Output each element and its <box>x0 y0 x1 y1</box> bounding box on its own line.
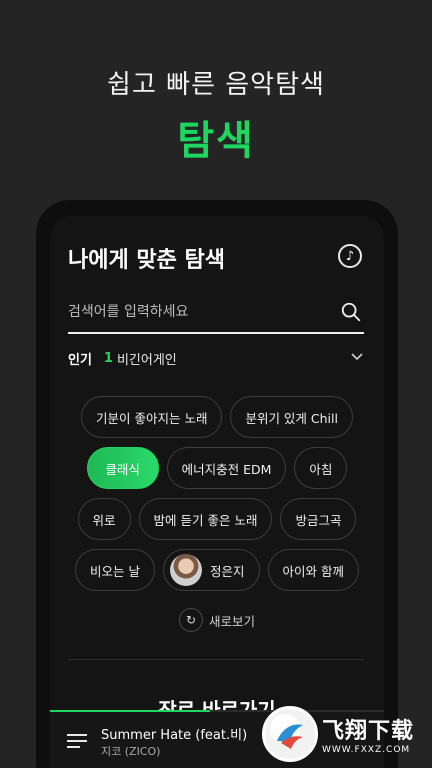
chip-label: 위로 <box>92 512 116 528</box>
chip-with-kids[interactable]: 아이와 함께 <box>267 549 359 591</box>
chip-row: 클래식 에너지충전 EDM 아침 <box>50 447 384 489</box>
chip-artist[interactable]: 정은지 <box>162 549 260 591</box>
chip-label: 정은지 <box>209 563 245 579</box>
track-artist: 지코 (ZICO) <box>101 745 161 758</box>
chip-morning[interactable]: 아침 <box>294 447 348 489</box>
chip-label: 분위기 있게 Chill <box>245 410 338 426</box>
page-title: 나에게 맞춘 탐색 <box>68 248 225 273</box>
app-screen: 나에게 맞춘 탐색 ♪ 인기 1 비긴어게인 기분이 좋아지는 노래 분위기 있… <box>50 216 384 768</box>
refresh-label: 새로보기 <box>208 613 255 629</box>
music-note-circle-icon[interactable]: ♪ <box>338 244 362 268</box>
watermark-brand: 飞翔下载 <box>322 719 415 744</box>
divider <box>68 659 364 660</box>
playback-progress <box>50 710 211 712</box>
refresh-icon: ↻ <box>178 608 203 632</box>
chip-row: 기분이 좋아지는 노래 분위기 있게 Chill <box>50 396 384 438</box>
popular-term[interactable]: 비긴어게인 <box>117 349 177 368</box>
keyword-chips: 기분이 좋아지는 노래 분위기 있게 Chill 클래식 에너지충전 EDM 아… <box>50 396 384 600</box>
chip-row: 위로 밤에 듣기 좋은 노래 방금그곡 <box>50 498 384 540</box>
chip-label: 아침 <box>309 461 333 477</box>
search-input[interactable] <box>68 296 328 328</box>
chip-label: 클래식 <box>105 461 140 477</box>
watermark-logo <box>262 706 318 762</box>
popular-label: 인기 <box>68 352 92 368</box>
avatar <box>169 554 202 586</box>
promo-subtitle: 쉽고 빠른 음악탐색 <box>107 70 325 100</box>
chip-row: 비오는 날 정은지 아이와 함께 <box>50 549 384 591</box>
popular-rank: 1 <box>103 350 113 366</box>
chip-edm[interactable]: 에너지충전 EDM <box>166 447 287 489</box>
track-title: Summer Hate (feat.비) <box>101 728 248 743</box>
watermark-url: WWW.FXXZ.COM <box>322 745 411 755</box>
chevron-down-icon[interactable] <box>350 350 364 364</box>
chip-night-songs[interactable]: 밤에 듣기 좋은 노래 <box>138 498 273 540</box>
chip-chill[interactable]: 분위기 있게 Chill <box>230 396 353 438</box>
chip-label: 비오는 날 <box>90 563 140 579</box>
chip-feel-good[interactable]: 기분이 좋아지는 노래 <box>81 396 223 438</box>
chip-comfort[interactable]: 위로 <box>77 498 131 540</box>
chip-classical[interactable]: 클래식 <box>86 447 159 489</box>
chip-label: 기분이 좋아지는 노래 <box>96 410 208 426</box>
chip-label: 밤에 듣기 좋은 노래 <box>153 512 258 528</box>
chip-label: 아이와 함께 <box>282 563 344 579</box>
popular-search-row[interactable]: 인기 1 비긴어게인 <box>68 348 364 368</box>
chip-that-song[interactable]: 방금그곡 <box>280 498 357 540</box>
chip-label: 방금그곡 <box>295 512 342 528</box>
playlist-icon[interactable] <box>66 732 88 750</box>
search-icon[interactable] <box>340 301 362 323</box>
watermark-text: 飞翔下载 WWW.FXXZ.COM <box>322 713 414 755</box>
promo-title: 탐색 <box>177 118 255 164</box>
watermark: 飞翔下载 WWW.FXXZ.COM <box>262 700 432 768</box>
refresh-button[interactable]: ↻ 새로보기 <box>50 608 384 632</box>
chip-label: 에너지충전 EDM <box>181 461 272 477</box>
chip-rainy-day[interactable]: 비오는 날 <box>75 549 155 591</box>
search-bar <box>68 296 364 334</box>
